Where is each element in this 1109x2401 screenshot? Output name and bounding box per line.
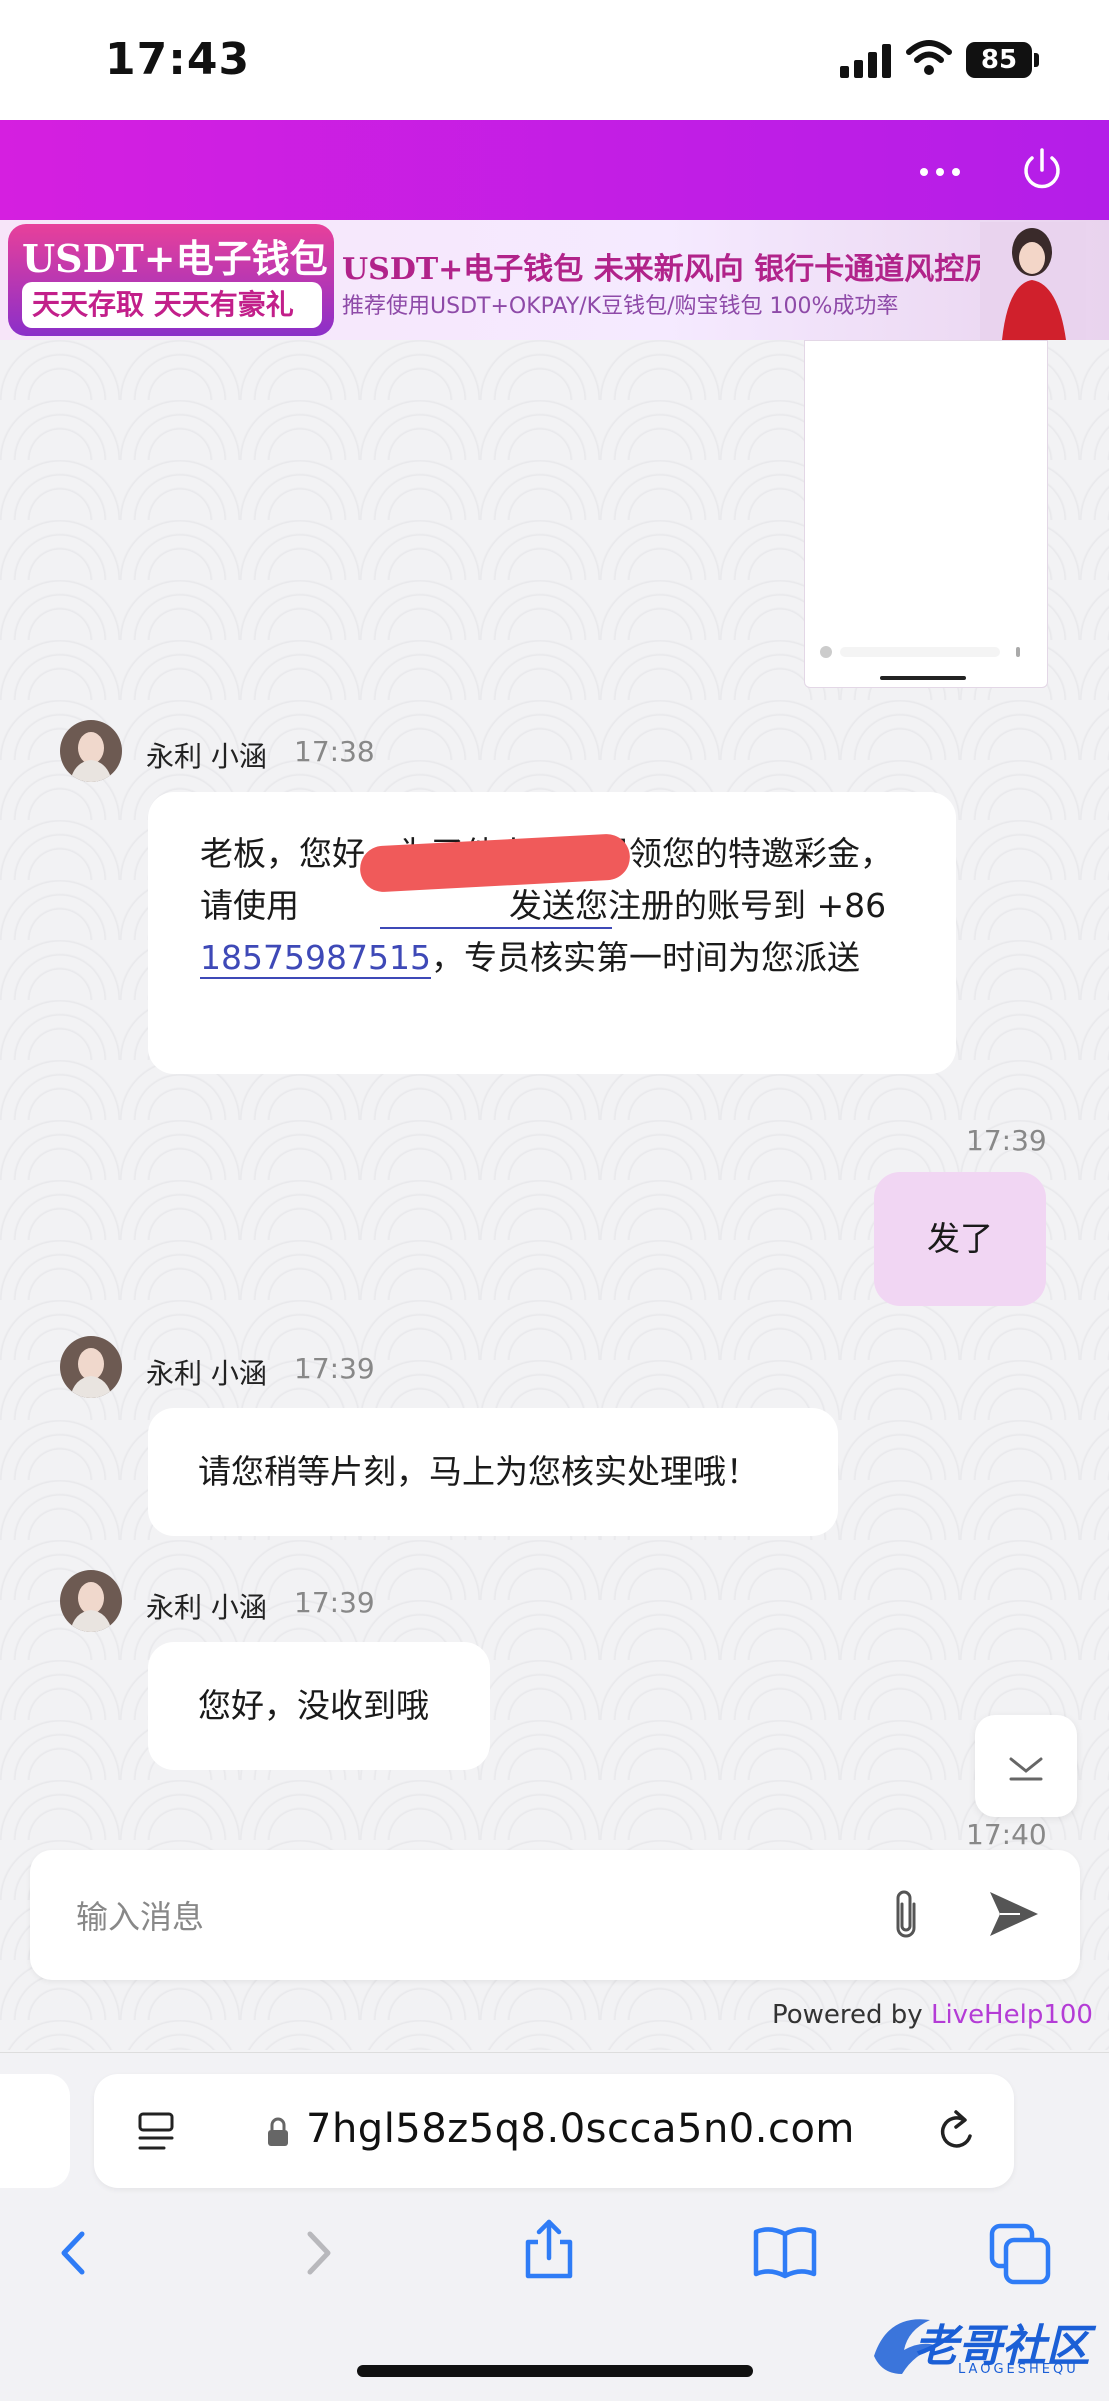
message-time: 17:39: [294, 1586, 375, 1619]
more-options-button[interactable]: [912, 152, 968, 192]
message-bubble[interactable]: 请您稍等片刻，马上为您核实处理哦！: [148, 1408, 838, 1536]
message-text: ，专员核实第一时间为您派送: [430, 938, 860, 977]
message-input[interactable]: [74, 1892, 838, 1942]
ad-banner-title: USDT+电子钱包 未来新风向 银行卡通道风控厉害: [342, 252, 1025, 287]
message-time: 17:39: [966, 1124, 1047, 1157]
lock-icon: [268, 2117, 288, 2146]
sender-name: 永利 小涵: [146, 1357, 267, 1390]
battery-icon: [1034, 53, 1039, 67]
ad-banner-left-title: USDT+电子钱包: [22, 236, 328, 281]
back-icon[interactable]: [40, 2218, 110, 2288]
livehelp-link[interactable]: LiveHelp100: [931, 2000, 1093, 2030]
ad-banner-left-subtitle: 天天存取 天天有豪礼: [22, 282, 322, 328]
message-time: 17:40: [966, 1818, 1047, 1851]
my-message-bubble[interactable]: 发了: [874, 1172, 1046, 1306]
message-time: 17:38: [294, 735, 375, 768]
reload-icon[interactable]: [934, 2106, 980, 2156]
send-icon[interactable]: [986, 1886, 1042, 1942]
sender-name: 永利 小涵: [146, 740, 267, 773]
avatar: [60, 1336, 122, 1398]
powered-by-label: Powered by: [772, 2000, 931, 2030]
image-thumbnail-input-bar: [820, 646, 1020, 658]
bookmarks-icon[interactable]: [750, 2218, 820, 2288]
status-time: 17:43: [105, 34, 251, 85]
image-thumbnail-home-bar: [880, 676, 966, 680]
cellular-signal-icon: [840, 44, 894, 78]
ad-banner-subtitle: 推荐使用USDT+OKPAY/K豆钱包/购宝钱包 100%成功率: [342, 294, 899, 319]
forward-icon[interactable]: [282, 2218, 352, 2288]
phone-link[interactable]: 18575987515: [200, 938, 431, 979]
chevron-down-icon: [1009, 1757, 1043, 1781]
scroll-to-bottom-button[interactable]: [975, 1715, 1077, 1817]
image-message[interactable]: [804, 340, 1048, 688]
sender-name: 永利 小涵: [146, 1591, 267, 1624]
message-text: 发送您注册的账号到 +86: [509, 886, 887, 925]
watermark-subtext: LAOGESHEQU: [958, 2362, 1079, 2377]
ad-banner-model-image: [980, 222, 1086, 340]
avatar: [60, 720, 122, 782]
power-icon[interactable]: [1018, 146, 1066, 194]
wifi-icon: [906, 40, 952, 75]
share-icon[interactable]: [514, 2214, 584, 2284]
home-indicator: [357, 2365, 753, 2377]
page-menu-icon[interactable]: [136, 2110, 180, 2154]
battery-level: 85: [966, 42, 1032, 78]
paperclip-icon[interactable]: [884, 1886, 928, 1944]
avatar: [60, 1570, 122, 1632]
redacted-link-underline: [380, 927, 612, 929]
ellipsis-icon: [920, 168, 960, 176]
message-time: 17:39: [294, 1352, 375, 1385]
tabs-icon[interactable]: [986, 2218, 1056, 2288]
message-bubble[interactable]: 您好，没收到哦: [148, 1642, 490, 1770]
powered-by-text: Powered by LiveHelp100: [772, 2000, 1093, 2030]
message-bubble[interactable]: 老板，您好，为了他人避免冒领您的特邀彩金，请使用发送您注册的账号到 +86 18…: [148, 792, 956, 1074]
previous-tab-preview[interactable]: [0, 2074, 70, 2188]
url-text[interactable]: 7hgl58z5q8.0scca5n0.com: [306, 2106, 855, 2152]
